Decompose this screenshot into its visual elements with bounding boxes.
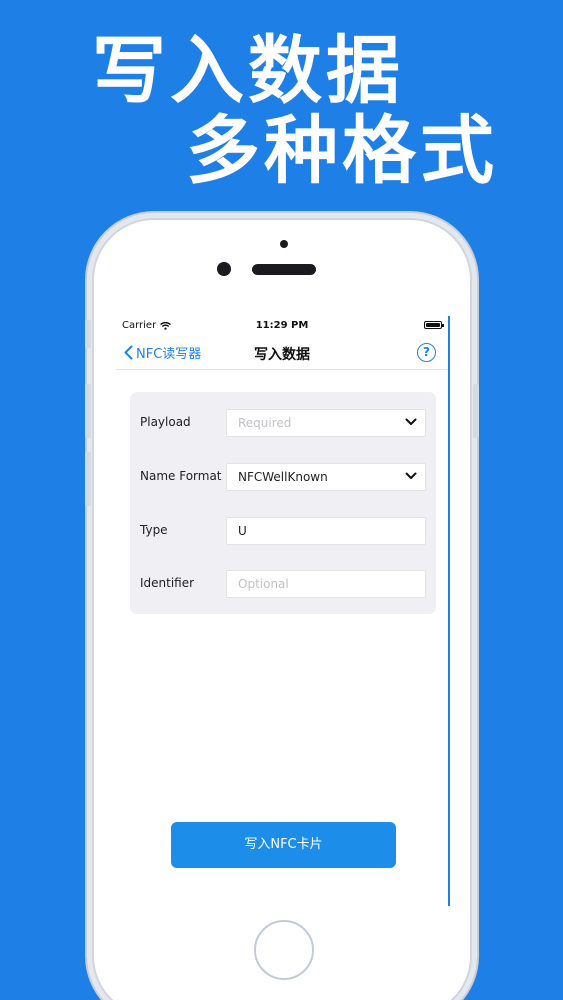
- name-format-value: NFCWellKnown: [238, 470, 328, 484]
- identifier-input[interactable]: Optional: [226, 570, 426, 598]
- payload-placeholder: Required: [238, 416, 292, 430]
- chevron-down-icon: [405, 472, 417, 479]
- proximity-sensor: [280, 240, 288, 248]
- chevron-down-icon: [405, 418, 417, 425]
- phone-frame: Carrier 11:29 PM NFC读写器 写入数据 ? Playload …: [85, 218, 479, 1000]
- identifier-label: Identifier: [140, 576, 195, 590]
- identifier-placeholder: Optional: [238, 577, 289, 591]
- front-camera: [217, 262, 231, 276]
- promo-headline-1: 写入数据: [92, 28, 404, 114]
- page-title: 写入数据: [254, 347, 310, 363]
- battery-icon: [424, 321, 444, 329]
- payload-row: Playload Required: [130, 409, 436, 437]
- phone-volume-down: [85, 452, 91, 506]
- earpiece-speaker: [252, 264, 316, 275]
- write-nfc-card-button[interactable]: 写入NFC卡片: [171, 822, 396, 868]
- navigation-bar: NFC读写器 写入数据 ?: [116, 336, 448, 370]
- phone-volume-up: [85, 384, 91, 438]
- record-form: Playload Required Name Format NFCWellKno…: [130, 392, 436, 614]
- app-screen: Carrier 11:29 PM NFC读写器 写入数据 ? Playload …: [116, 316, 450, 906]
- payload-label: Playload: [140, 415, 191, 429]
- phone-mute-switch: [85, 320, 91, 348]
- name-format-row: Name Format NFCWellKnown: [130, 463, 436, 491]
- payload-select[interactable]: Required: [226, 409, 426, 437]
- type-input[interactable]: U: [226, 517, 426, 545]
- status-bar: Carrier 11:29 PM: [116, 316, 448, 334]
- phone-power-button: [473, 384, 479, 438]
- status-time: 11:29 PM: [255, 320, 309, 331]
- type-label: Type: [140, 523, 168, 537]
- name-format-label: Name Format: [140, 469, 222, 483]
- type-row: Type U: [130, 517, 436, 545]
- type-value: U: [238, 524, 247, 538]
- help-icon[interactable]: ?: [417, 343, 436, 362]
- identifier-row: Identifier Optional: [130, 570, 436, 598]
- name-format-select[interactable]: NFCWellKnown: [226, 463, 426, 491]
- home-button[interactable]: [254, 920, 314, 980]
- promo-headline-2: 多种格式: [186, 108, 498, 194]
